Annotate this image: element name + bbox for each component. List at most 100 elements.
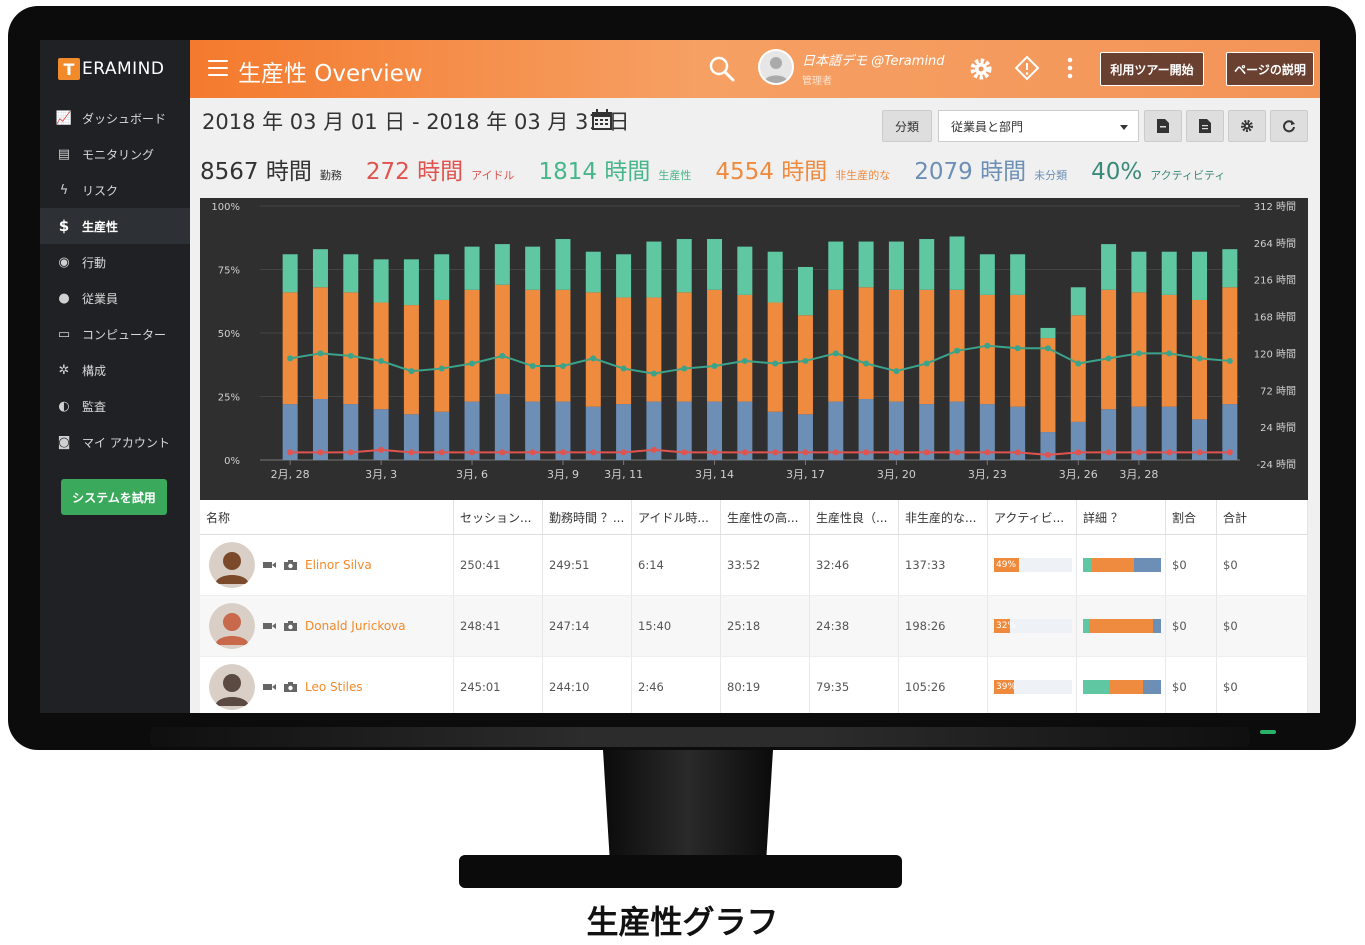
column-header[interactable]: 勤務時間 ？... — [543, 500, 632, 534]
detail-bar[interactable] — [1083, 680, 1161, 694]
start-tour-button[interactable]: 利用ツアー開始 — [1100, 52, 1204, 86]
bar-segment[interactable] — [282, 254, 298, 293]
user-name[interactable]: 日本語デモ @Teramind — [802, 50, 945, 69]
line-point[interactable] — [438, 365, 445, 372]
column-header[interactable]: 生産性良（... — [810, 500, 899, 534]
column-header[interactable]: セッション... — [454, 500, 543, 534]
employee-name-link[interactable]: Leo Stiles — [305, 680, 363, 694]
line-point[interactable] — [469, 449, 476, 456]
line-point[interactable] — [802, 357, 809, 364]
bar-segment[interactable] — [525, 289, 541, 402]
bar-segment[interactable] — [919, 289, 935, 405]
export-csv-button[interactable] — [1186, 110, 1224, 142]
brand-logo[interactable]: T ERAMIND — [40, 40, 190, 98]
employee-avatar[interactable] — [209, 664, 255, 710]
line-point[interactable] — [1135, 350, 1142, 357]
bar-segment[interactable] — [1040, 338, 1056, 433]
line-point[interactable] — [1105, 449, 1112, 456]
bar-segment[interactable] — [282, 292, 298, 405]
bar-segment[interactable] — [403, 305, 419, 415]
line-point[interactable] — [529, 363, 536, 370]
bar-segment[interactable] — [343, 254, 359, 293]
line-point[interactable] — [287, 355, 294, 362]
line-point[interactable] — [893, 368, 900, 375]
line-point[interactable] — [984, 342, 991, 349]
bar-segment[interactable] — [1101, 244, 1117, 290]
line-point[interactable] — [408, 449, 415, 456]
table-row[interactable]: Donald Jurickova 248:41 247:14 15:40 25:18 24… — [200, 596, 1308, 657]
camera-icon[interactable] — [284, 560, 297, 570]
bar-segment[interactable] — [707, 289, 723, 402]
more-vert-icon[interactable] — [1060, 55, 1080, 81]
bar-segment[interactable] — [343, 292, 359, 405]
line-point[interactable] — [347, 449, 354, 456]
bar-segment[interactable] — [979, 254, 995, 295]
line-point[interactable] — [559, 363, 566, 370]
search-icon[interactable] — [708, 55, 736, 83]
bar-segment[interactable] — [858, 287, 874, 400]
employee-name-link[interactable]: Donald Jurickova — [305, 619, 406, 633]
sidebar-item-6[interactable]: ● 従業員 — [40, 280, 190, 316]
bar-segment[interactable] — [1131, 251, 1147, 293]
bar-segment[interactable] — [767, 302, 783, 412]
line-point[interactable] — [1166, 350, 1173, 357]
column-header[interactable]: 生産性の高... — [721, 500, 810, 534]
bar-segment[interactable] — [676, 292, 692, 402]
refresh-button[interactable] — [1270, 110, 1308, 142]
line-point[interactable] — [863, 360, 870, 367]
camera-icon[interactable] — [284, 682, 297, 692]
bar-segment[interactable] — [1222, 287, 1238, 405]
line-point[interactable] — [1044, 451, 1051, 458]
bar-segment[interactable] — [555, 289, 571, 402]
export-pdf-button[interactable] — [1144, 110, 1182, 142]
line-point[interactable] — [499, 352, 506, 359]
column-header[interactable]: アクティビ... — [988, 500, 1077, 534]
line-point[interactable] — [863, 449, 870, 456]
line-point[interactable] — [741, 357, 748, 364]
bar-segment[interactable] — [828, 241, 844, 290]
line-point[interactable] — [1014, 449, 1021, 456]
bar-segment[interactable] — [646, 297, 662, 402]
line-point[interactable] — [287, 449, 294, 456]
line-point[interactable] — [559, 449, 566, 456]
sidebar-item-7[interactable]: ▭ コンピューター — [40, 316, 190, 352]
line-point[interactable] — [590, 449, 597, 456]
bar-segment[interactable] — [312, 287, 328, 400]
sidebar-item-1[interactable]: 📈 ダッシュボード — [40, 100, 190, 136]
line-point[interactable] — [954, 449, 961, 456]
bar-segment[interactable] — [1161, 251, 1177, 295]
line-point[interactable] — [1196, 355, 1203, 362]
bar-segment[interactable] — [403, 259, 419, 306]
bar-segment[interactable] — [646, 241, 662, 298]
line-point[interactable] — [499, 449, 506, 456]
line-point[interactable] — [347, 352, 354, 359]
bar-segment[interactable] — [828, 289, 844, 402]
line-point[interactable] — [438, 449, 445, 456]
line-point[interactable] — [408, 368, 415, 375]
calendar-icon[interactable] — [591, 109, 613, 131]
bar-segment[interactable] — [464, 289, 480, 402]
line-point[interactable] — [954, 347, 961, 354]
sidebar-item-8[interactable]: ✲ 構成 — [40, 352, 190, 388]
column-header[interactable]: 非生産的な... — [899, 500, 988, 534]
bar-segment[interactable] — [737, 294, 753, 402]
user-avatar[interactable] — [758, 49, 794, 85]
video-camera-icon[interactable] — [263, 682, 276, 692]
page-help-button[interactable]: ページの説明 — [1226, 52, 1314, 86]
camera-icon[interactable] — [284, 621, 297, 631]
menu-icon[interactable] — [208, 60, 228, 76]
bar-segment[interactable] — [919, 239, 935, 290]
sidebar-item-10[interactable]: ◙ マイ アカウント — [40, 424, 190, 460]
bar-segment[interactable] — [585, 292, 601, 407]
column-header[interactable]: 名称 — [200, 500, 454, 534]
date-range[interactable]: 2018 年 03 月 01 日 - 2018 年 03 月 31 日 — [202, 106, 629, 136]
line-point[interactable] — [378, 357, 385, 364]
line-point[interactable] — [1044, 345, 1051, 352]
line-point[interactable] — [1226, 449, 1233, 456]
line-point[interactable] — [620, 449, 627, 456]
sidebar-item-9[interactable]: ◐ 監査 — [40, 388, 190, 424]
alert-icon[interactable] — [1014, 55, 1040, 81]
line-point[interactable] — [378, 446, 385, 453]
line-point[interactable] — [1226, 357, 1233, 364]
column-header[interactable]: 詳細 ？ — [1077, 500, 1166, 534]
